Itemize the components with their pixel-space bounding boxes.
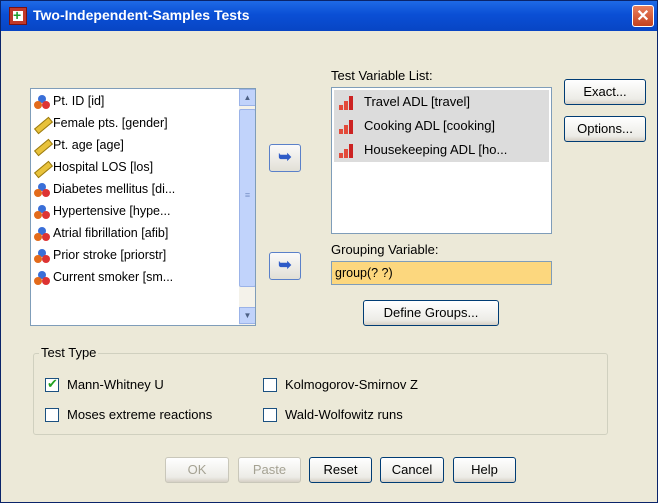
source-list-item-label: Atrial fibrillation [afib]: [53, 226, 169, 240]
test-type-group: [33, 353, 608, 435]
wald-wolfowitz-checkbox[interactable]: [263, 408, 277, 422]
cancel-button[interactable]: Cancel: [380, 457, 444, 483]
source-list-item-label: Prior stroke [priorstr]: [53, 248, 167, 262]
ok-button[interactable]: OK: [165, 457, 229, 483]
nominal-icon: [34, 227, 50, 241]
test-variable-item[interactable]: Housekeeping ADL [ho...: [334, 138, 549, 162]
source-variable-list[interactable]: Pt. ID [id] Female pts. [gender] Pt. age […: [30, 88, 256, 326]
source-list-item-label: Hypertensive [hype...: [53, 204, 171, 218]
dialog-window: Two-Independent-Samples Tests ✕ Pt. ID […: [0, 0, 658, 503]
window-title: Two-Independent-Samples Tests: [33, 7, 250, 23]
nominal-icon: [34, 271, 50, 285]
ordinal-icon: [339, 94, 357, 110]
source-list-item[interactable]: Current smoker [sm...: [31, 267, 239, 289]
ordinal-icon: [339, 118, 357, 134]
close-button[interactable]: ✕: [632, 5, 654, 27]
source-list-item-label: Female pts. [gender]: [53, 116, 168, 130]
nominal-icon: [34, 95, 50, 109]
define-groups-button[interactable]: Define Groups...: [363, 300, 499, 326]
reset-button[interactable]: Reset: [309, 457, 372, 483]
title-bar: Two-Independent-Samples Tests ✕: [1, 1, 657, 31]
scroll-down-button[interactable]: ▼: [239, 307, 255, 324]
source-list-item[interactable]: Hypertensive [hype...: [31, 201, 239, 223]
test-variable-list[interactable]: Travel ADL [travel] Cooking ADL [cooking]…: [331, 87, 552, 234]
source-list-item[interactable]: Pt. ID [id]: [31, 91, 239, 113]
test-variable-label: Cooking ADL [cooking]: [364, 118, 496, 133]
mann-whitney-label: Mann-Whitney U: [67, 377, 164, 392]
source-list-item-label: Current smoker [sm...: [53, 270, 174, 284]
nominal-icon: [34, 183, 50, 197]
source-list-item-label: Diabetes mellitus [di...: [53, 182, 176, 196]
test-variable-item[interactable]: Travel ADL [travel]: [334, 90, 549, 114]
source-list-item-label: Pt. ID [id]: [53, 94, 105, 108]
test-type-title: Test Type: [39, 345, 99, 360]
ordinal-icon: [339, 142, 357, 158]
source-list-item[interactable]: Female pts. [gender]: [31, 113, 239, 135]
move-to-test-list-button[interactable]: ➥: [269, 144, 301, 172]
source-list-item-label: Hospital LOS [los]: [53, 160, 154, 174]
scale-icon: [33, 117, 49, 131]
exact-button[interactable]: Exact...: [564, 79, 646, 105]
test-variable-list-label: Test Variable List:: [331, 68, 433, 83]
options-button[interactable]: Options...: [564, 116, 646, 142]
source-list-item-label: Pt. age [age]: [53, 138, 124, 152]
kolmogorov-label: Kolmogorov-Smirnov Z: [285, 377, 418, 392]
source-items: Pt. ID [id] Female pts. [gender] Pt. age […: [31, 91, 239, 289]
kolmogorov-checkbox[interactable]: [263, 378, 277, 392]
source-list-item[interactable]: Atrial fibrillation [afib]: [31, 223, 239, 245]
paste-button[interactable]: Paste: [238, 457, 301, 483]
wald-wolfowitz-label: Wald-Wolfowitz runs: [285, 407, 403, 422]
test-variable-item[interactable]: Cooking ADL [cooking]: [334, 114, 549, 138]
scale-icon: [33, 161, 49, 175]
source-list-item[interactable]: Prior stroke [priorstr]: [31, 245, 239, 267]
test-variable-items: Travel ADL [travel] Cooking ADL [cooking]…: [334, 90, 549, 162]
grouping-variable-field[interactable]: group(? ?): [331, 261, 552, 285]
nominal-icon: [34, 205, 50, 219]
app-icon: [9, 7, 27, 25]
moses-checkbox[interactable]: [45, 408, 59, 422]
help-button[interactable]: Help: [453, 457, 516, 483]
scroll-up-button[interactable]: ▲: [239, 89, 255, 106]
move-to-grouping-button[interactable]: ➥: [269, 252, 301, 280]
source-list-item[interactable]: Diabetes mellitus [di...: [31, 179, 239, 201]
moses-label: Moses extreme reactions: [67, 407, 213, 422]
source-scrollbar[interactable]: ▲ ≡ ▼: [239, 89, 255, 325]
scroll-thumb[interactable]: ≡: [239, 109, 255, 287]
test-variable-label: Travel ADL [travel]: [364, 94, 470, 109]
grouping-variable-label: Grouping Variable:: [331, 242, 439, 257]
scale-icon: [33, 139, 49, 153]
test-variable-label: Housekeeping ADL [ho...: [364, 142, 508, 157]
nominal-icon: [34, 249, 50, 263]
source-list-item[interactable]: Hospital LOS [los]: [31, 157, 239, 179]
source-list-item[interactable]: Pt. age [age]: [31, 135, 239, 157]
mann-whitney-checkbox[interactable]: [45, 376, 59, 392]
